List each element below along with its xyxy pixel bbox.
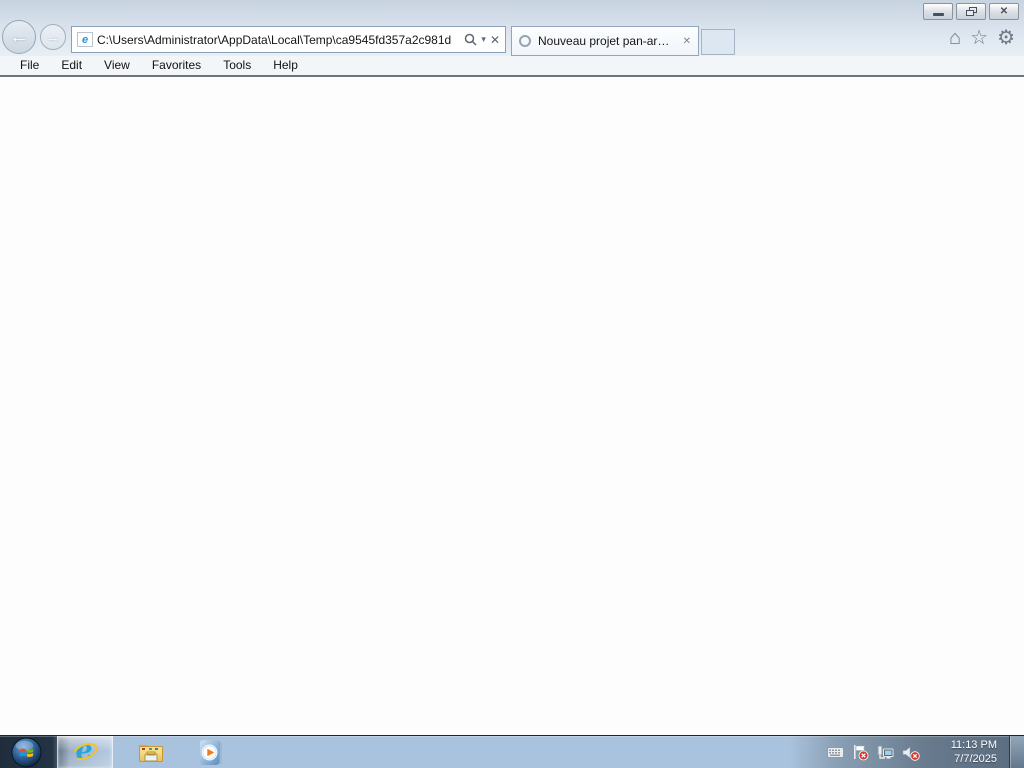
forward-button[interactable]: → [40, 24, 66, 50]
internet-explorer-icon: e [69, 735, 100, 766]
taskbar-clock[interactable]: 11:13 PM 7/7/2025 [927, 738, 997, 766]
close-button[interactable]: ✕ [989, 3, 1019, 20]
forward-arrow-icon: → [45, 28, 61, 46]
show-desktop-button[interactable] [1009, 736, 1024, 768]
taskbar-app-windows-explorer[interactable] [128, 736, 174, 768]
restore-button[interactable] [956, 3, 986, 20]
tab-close-icon[interactable]: ✕ [683, 36, 691, 47]
taskbar-app-internet-explorer[interactable]: e [57, 735, 113, 768]
home-icon[interactable]: ⌂ [949, 27, 961, 49]
system-tray [827, 744, 920, 761]
clock-time: 11:13 PM [950, 739, 997, 751]
clock-date: 7/7/2025 [954, 753, 997, 765]
media-player-icon [200, 739, 222, 765]
browser-tab[interactable]: Nouveau projet pan-armén... ✕ [511, 26, 699, 56]
tab-title: Nouveau projet pan-armén... [538, 34, 676, 48]
desktop-screen: ✕ ← → e C:\Users\Administrator\AppData\L… [0, 0, 1024, 768]
address-url-text[interactable]: C:\Users\Administrator\AppData\Local\Tem… [97, 33, 460, 47]
start-button[interactable] [11, 737, 42, 768]
restore-icon [965, 7, 977, 16]
volume-muted-icon[interactable] [902, 745, 920, 761]
menu-favorites[interactable]: Favorites [141, 56, 212, 75]
menu-bar: File Edit View Favorites Tools Help [0, 56, 1024, 75]
menu-view[interactable]: View [93, 56, 141, 75]
network-icon[interactable] [877, 745, 894, 761]
menu-help[interactable]: Help [262, 56, 309, 75]
back-arrow-icon: ← [9, 25, 29, 48]
action-center-flag-icon[interactable] [852, 744, 869, 761]
taskbar: e 11:13 PM 7/7/2025 [0, 735, 1024, 768]
folder-icon [139, 744, 163, 762]
stop-icon[interactable]: ✕ [490, 33, 500, 47]
page-favicon-icon: e [77, 32, 93, 47]
minimize-button[interactable] [923, 3, 953, 20]
window-caption-buttons: ✕ [923, 3, 1019, 20]
browser-chrome: ✕ ← → e C:\Users\Administrator\AppData\L… [0, 0, 1024, 56]
menu-tools[interactable]: Tools [212, 56, 262, 75]
address-dropdown-icon[interactable]: ▾ [481, 34, 486, 45]
favorites-star-icon[interactable]: ☆ [970, 27, 988, 49]
taskbar-app-media-player[interactable] [188, 736, 234, 768]
back-button[interactable]: ← [2, 20, 36, 54]
address-bar[interactable]: e C:\Users\Administrator\AppData\Local\T… [71, 26, 506, 53]
new-tab-button[interactable] [701, 29, 735, 55]
search-icon[interactable] [464, 33, 477, 46]
browser-toolbar: ⌂ ☆ ⚙ [949, 27, 1015, 49]
menu-file[interactable]: File [9, 56, 50, 75]
page-content [0, 77, 1024, 735]
settings-gear-icon[interactable]: ⚙ [997, 27, 1015, 49]
windows-logo-icon [11, 737, 42, 768]
menu-edit[interactable]: Edit [50, 56, 93, 75]
loading-spinner-icon [519, 35, 531, 47]
minimize-icon [932, 12, 944, 16]
close-icon: ✕ [999, 6, 1009, 17]
keyboard-icon[interactable] [827, 747, 844, 758]
